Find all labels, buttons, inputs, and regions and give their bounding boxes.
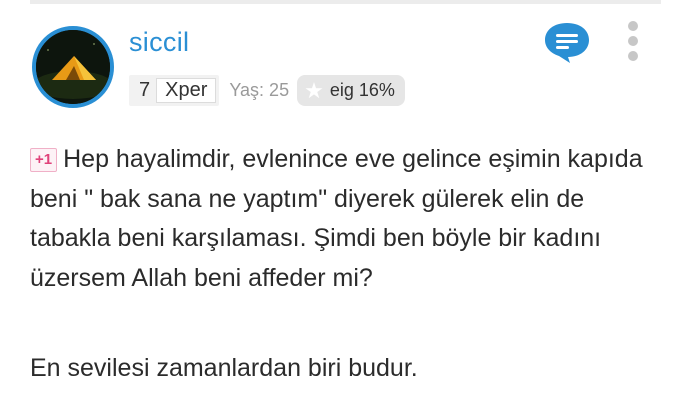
- avatar[interactable]: [32, 26, 114, 108]
- star-icon: ★: [304, 77, 324, 103]
- more-vertical-icon[interactable]: [626, 21, 640, 61]
- post-body: +1 Hep hayalimdir, evlenince eve gelince …: [30, 140, 670, 298]
- level-number: 7: [139, 79, 151, 101]
- username[interactable]: siccil: [129, 27, 189, 58]
- eig-badge: ★ eig 16%: [297, 75, 405, 106]
- user-badges: 7 Xper Yaş: 25 ★ eig 16%: [129, 75, 405, 106]
- post-paragraph-2: En sevilesi zamanlardan biri budur.: [30, 354, 418, 382]
- top-divider: [30, 0, 661, 4]
- post-paragraph-1: Hep hayalimdir, evlenince eve gelince eş…: [30, 145, 643, 292]
- more-dot: [628, 51, 638, 61]
- avatar-tent-image: [36, 30, 110, 104]
- plus-one-badge: +1: [30, 148, 58, 172]
- eig-label: eig 16%: [329, 80, 395, 100]
- more-dot: [628, 36, 638, 46]
- level-name: Xper: [156, 78, 217, 103]
- level-badge: 7 Xper: [129, 75, 220, 106]
- more-dot: [628, 21, 638, 31]
- chat-bubble-icon[interactable]: [543, 20, 591, 64]
- age-label: Yaş: 25: [229, 80, 290, 100]
